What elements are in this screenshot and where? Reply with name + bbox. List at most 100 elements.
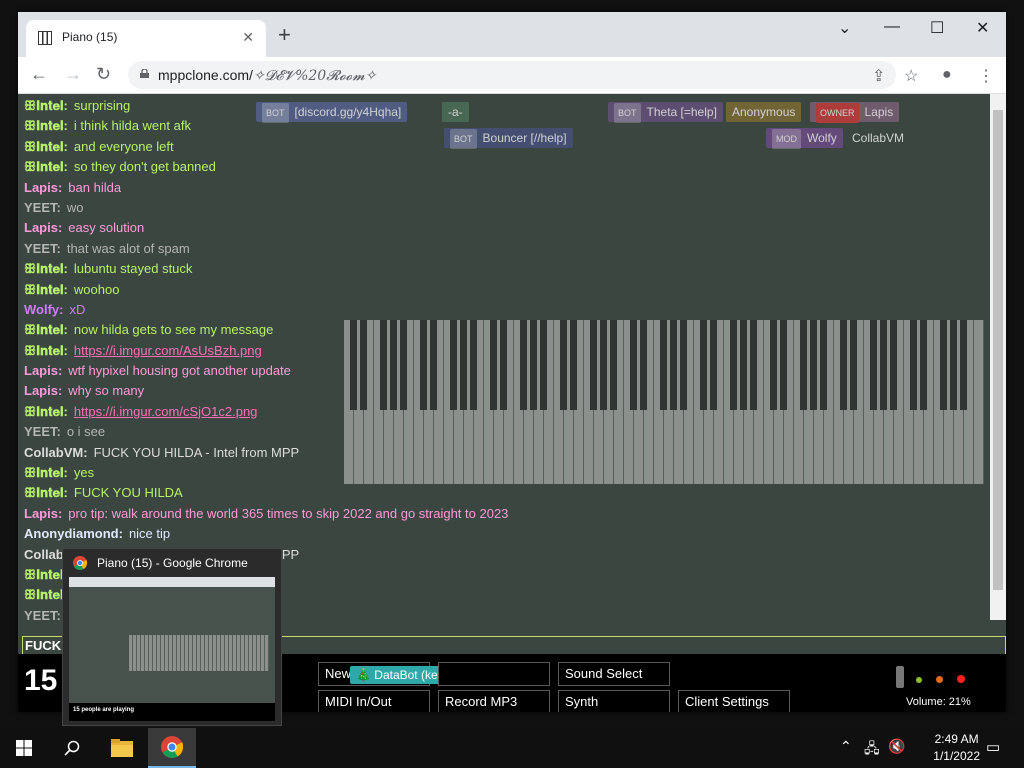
notifications-icon[interactable]: ▭: [986, 738, 1000, 756]
preview-title: Piano (15) - Google Chrome: [97, 556, 248, 570]
chat-username: Lapis:: [24, 363, 63, 379]
chat-username: ꕥ𝐈𝐧𝐭𝐞𝐥:: [24, 138, 68, 154]
black-key[interactable]: [940, 320, 947, 410]
search-button[interactable]: [48, 728, 96, 768]
volume-icon[interactable]: 🔇: [888, 738, 905, 755]
status-lights: [916, 670, 965, 688]
chat-text: now hilda gets to see my message: [73, 322, 274, 338]
bookmark-star-icon[interactable]: ☆: [904, 66, 918, 86]
share-icon[interactable]: ⇪: [872, 66, 885, 86]
chat-message: CollabVM: FUCK YOU HILDA - Intel from MPP: [24, 443, 644, 463]
taskbar: ⌃ 🖧 🔇 2:49 AM 1/1/2022 ▭: [0, 728, 1024, 768]
profile-icon[interactable]: ●: [942, 66, 952, 84]
chat-log: ꕥ𝐈𝐧𝐭𝐞𝐥: surprising ꕥ𝐈𝐧𝐭𝐞𝐥: i think hilda we…: [24, 96, 644, 626]
record-mp3-button[interactable]: Record MP3: [438, 690, 550, 712]
tray-chevron-icon[interactable]: ⌃: [840, 738, 852, 755]
chrome-taskbar-button[interactable]: [148, 728, 196, 768]
chat-text: ban hilda: [68, 179, 122, 195]
chat-username: ꕥ𝐈𝐧𝐭𝐞𝐥:: [24, 281, 68, 297]
black-key[interactable]: [670, 320, 677, 410]
back-arrow-icon[interactable]: ←: [30, 64, 48, 85]
black-key[interactable]: [820, 320, 827, 410]
role-badge: OWNER: [816, 103, 859, 123]
desktop: Piano (15) ✕ + ⌄ — ☐ ✕ ← → ↻ mppclone.co…: [0, 0, 1024, 768]
black-key[interactable]: [660, 320, 667, 410]
chat-message: ꕥ𝐈𝐧𝐭𝐞𝐥: surprising: [24, 96, 644, 116]
black-key[interactable]: [850, 320, 857, 410]
chat-username: Lapis:: [24, 179, 63, 195]
chat-message: Lapis: ban hilda: [24, 178, 644, 198]
kebab-menu-icon[interactable]: ⋮: [978, 66, 994, 86]
chat-username: ꕥ𝐈𝐧𝐭𝐞𝐥:: [24, 465, 68, 481]
address-bar[interactable]: mppclone.com/✧𝓓𝓔𝓥%20𝓡𝓸𝓸𝓶✧: [128, 61, 896, 89]
clock[interactable]: 2:49 AM 1/1/2022: [933, 731, 980, 765]
black-key[interactable]: [950, 320, 957, 410]
midi-button[interactable]: MIDI In/Out: [318, 690, 430, 712]
sound-select-button[interactable]: Sound Select: [558, 662, 670, 686]
chat-username: Wolfy:: [24, 301, 64, 317]
chat-username: YEET:: [24, 424, 61, 440]
black-key[interactable]: [810, 320, 817, 410]
user-tag[interactable]: MOD Wolfy: [766, 128, 843, 149]
synth-button[interactable]: Synth: [558, 690, 670, 712]
user-tag[interactable]: OWNER Lapis: [810, 102, 900, 123]
tab-search-icon[interactable]: ⌄: [838, 18, 851, 38]
user-tag-label: Wolfy: [807, 131, 837, 145]
maximize-button[interactable]: ☐: [930, 18, 944, 38]
close-tab-icon[interactable]: ✕: [242, 29, 254, 46]
black-key[interactable]: [920, 320, 927, 410]
taskbar-preview[interactable]: Piano (15) - Google Chrome 15 people are…: [62, 548, 282, 726]
chat-username: ꕥ𝐈𝐧𝐭𝐞𝐥:: [24, 342, 68, 358]
forward-arrow-icon[interactable]: →: [64, 64, 82, 85]
volume-label: Volume: 21%: [906, 696, 971, 708]
user-tag[interactable]: Anonymous: [726, 102, 802, 122]
black-key[interactable]: [740, 320, 747, 410]
tab-piano[interactable]: Piano (15) ✕: [26, 20, 266, 57]
black-key[interactable]: [870, 320, 877, 410]
new-tab-button[interactable]: +: [278, 24, 291, 46]
minimize-button[interactable]: —: [884, 18, 900, 36]
chat-message: ꕥ𝐈𝐧𝐭𝐞𝐥: woohoo: [24, 280, 644, 300]
chat-username: Lapis:: [24, 383, 63, 399]
black-key[interactable]: [890, 320, 897, 410]
client-settings-button[interactable]: Client Settings: [678, 690, 790, 712]
file-explorer-button[interactable]: [98, 728, 146, 768]
user-tag[interactable]: CollabVM: [846, 128, 910, 148]
chat-message: ꕥ𝐈𝐧𝐭𝐞𝐥: and everyone left: [24, 137, 644, 157]
black-key[interactable]: [880, 320, 887, 410]
chat-username: ꕥ𝐈𝐧𝐭𝐞𝐥:: [24, 322, 68, 338]
black-key[interactable]: [910, 320, 917, 410]
windows-icon: [16, 740, 32, 756]
chat-scrollbar[interactable]: [990, 94, 1006, 620]
room-select-button[interactable]: [438, 662, 550, 686]
chat-link[interactable]: https://i.imgur.com/cSjO1c2.png: [74, 404, 258, 419]
chat-link[interactable]: https://i.imgur.com/AsUsBzh.png: [74, 343, 262, 358]
chat-text: woohoo: [73, 281, 120, 297]
chat-username: Lapis:: [24, 220, 63, 236]
black-key[interactable]: [710, 320, 717, 410]
black-key[interactable]: [680, 320, 687, 410]
black-key[interactable]: [750, 320, 757, 410]
clock-time: 2:49 AM: [934, 732, 979, 746]
chat-text: and everyone left: [73, 138, 174, 154]
start-button[interactable]: [0, 728, 48, 768]
network-icon[interactable]: 🖧: [864, 738, 880, 762]
chat-message: ꕥ𝐈𝐧𝐭𝐞𝐥: lubuntu stayed stuck: [24, 259, 644, 279]
black-key[interactable]: [960, 320, 967, 410]
black-key[interactable]: [780, 320, 787, 410]
black-key[interactable]: [840, 320, 847, 410]
chat-message: ꕥ𝐈𝐧𝐭𝐞𝐥: https://i.imgur.com/AsUsBzh.png: [24, 341, 644, 361]
chat-text: surprising: [73, 98, 131, 113]
chat-text: xD: [69, 301, 86, 317]
black-key[interactable]: [770, 320, 777, 410]
black-key[interactable]: [730, 320, 737, 410]
white-key[interactable]: [974, 320, 984, 484]
black-key[interactable]: [700, 320, 707, 410]
black-key[interactable]: [800, 320, 807, 410]
player-count: 15: [24, 664, 58, 697]
chat-message: ꕥ𝐈𝐧𝐭𝐞𝐥: now hilda gets to see my message: [24, 320, 644, 340]
close-window-button[interactable]: ✕: [976, 18, 989, 38]
volume-knob[interactable]: [896, 666, 904, 688]
chat-text: pro tip: walk around the world 365 times…: [68, 505, 509, 521]
reload-icon[interactable]: ↻: [96, 64, 111, 85]
